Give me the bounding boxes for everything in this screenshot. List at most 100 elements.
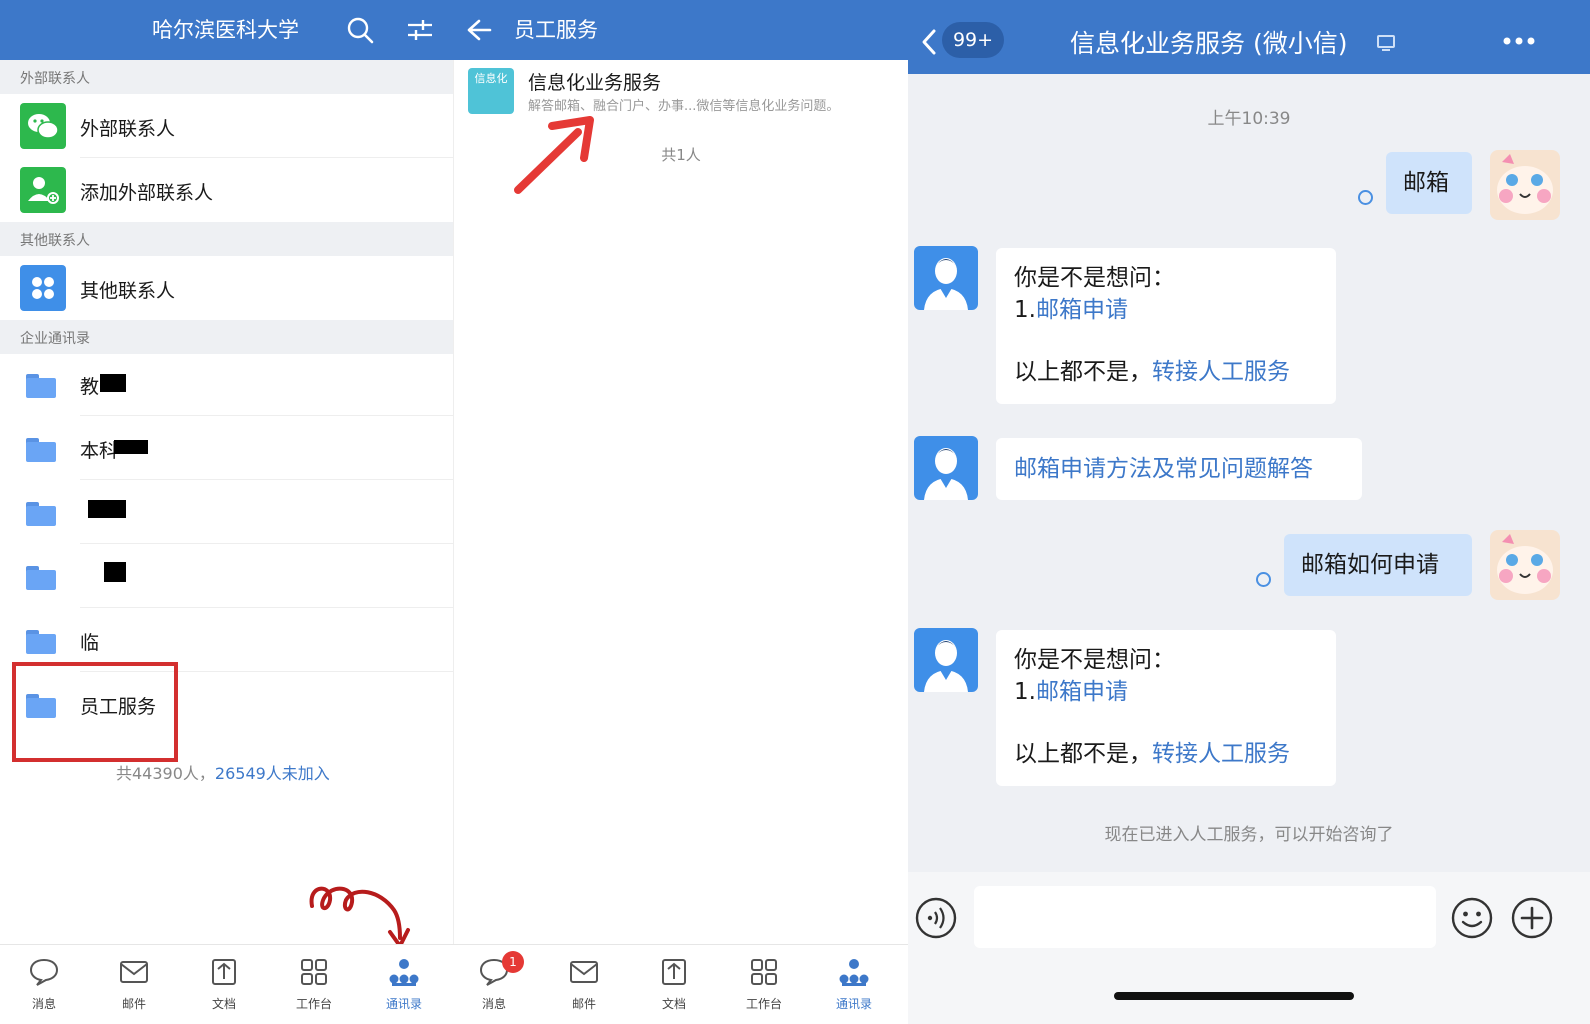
tab-label: 通讯录 [385,997,422,1011]
row-folder-3[interactable] [0,480,454,544]
filter-settings-icon[interactable] [406,18,434,42]
reply-none: 以上都不是，转接人工服务 [1014,738,1336,770]
tab-label: 工作台 [745,997,782,1011]
not-joined-link[interactable]: 26549人未加入 [215,764,330,783]
wechat-icon [20,103,66,149]
page-title: 员工服务 [514,18,598,42]
read-status-indicator [1256,572,1271,587]
transfer-human-link[interactable]: 转接人工服务 [1152,359,1290,385]
back-arrow-icon[interactable] [466,18,492,42]
chat-panel: 99+ 信息化业务服务 (微小信) 上午10:39 邮箱 你是不是想问： 1.邮… [908,0,1590,1024]
tab-docs[interactable]: 文档 [644,957,704,1012]
row-folder-4[interactable] [0,544,454,608]
bot-avatar[interactable] [914,628,978,692]
chat-title: 信息化业务服务 (微小信) [1070,29,1348,58]
grid-icon [751,959,777,985]
user-avatar-icon [1497,534,1553,594]
section-external: 外部联系人 [0,60,454,94]
row-folder-1[interactable]: 教 [0,352,454,416]
document-icon [662,959,686,985]
message-input[interactable] [974,886,1436,948]
transfer-human-link[interactable]: 转接人工服务 [1152,741,1290,767]
input-bar [908,872,1590,1024]
message-icon [29,958,59,986]
staff-service-panel: 员工服务 信息化 信息化业务服务 解答邮箱、融合门户、办事...微信等信息化业务… [454,0,908,1024]
tab-workbench[interactable]: 工作台 [734,957,794,1012]
tab-mail[interactable]: 邮件 [104,957,164,1012]
user-avatar-icon [1497,154,1553,214]
staff-header: 员工服务 [454,0,908,60]
back-chevron-icon[interactable] [920,28,938,56]
tab-docs[interactable]: 文档 [194,957,254,1012]
member-count: 共44390人， [116,764,215,783]
folder-icon [26,630,56,654]
tab-workbench[interactable]: 工作台 [284,957,344,1012]
bot-avatar[interactable] [914,436,978,500]
mail-icon [120,961,148,983]
bot-avatar[interactable] [914,246,978,310]
tab-mail[interactable]: 邮件 [554,957,614,1012]
bottom-tabbar: 消息 邮件 文档 工作台 通讯录 [0,944,454,1024]
tab-label: 邮件 [571,997,596,1011]
row-folder-2[interactable]: 本科 [0,416,454,480]
row-add-external[interactable]: 添加外部联系人 [0,158,454,222]
org-chart-icon [389,959,419,986]
unread-count-badge[interactable]: 99+ [942,22,1004,58]
org-chart-icon [839,959,869,986]
row-label: 外部联系人 [80,118,176,140]
my-message-bubble[interactable]: 邮箱如何申请 [1284,534,1472,596]
tab-messages[interactable]: 消息 1 [464,951,524,1012]
service-row[interactable]: 信息化 信息化业务服务 解答邮箱、融合门户、办事...微信等信息化业务问题。 [454,60,908,124]
faq-link[interactable]: 邮箱申请方法及常见问题解答 [1014,456,1313,482]
section-enterprise: 企业通讯录 [0,320,454,354]
more-options-icon[interactable] [1502,36,1536,46]
row-label: 添加外部联系人 [80,182,214,204]
bot-reply-bubble: 你是不是想问： 1.邮箱申请 以上都不是，转接人工服务 [996,630,1336,786]
tab-label: 工作台 [295,997,332,1011]
member-count-footer: 共44390人，26549人未加入 [116,760,330,784]
tab-label: 文档 [661,997,686,1011]
unread-badge: 1 [502,951,524,973]
row-external-contacts[interactable]: 外部联系人 [0,94,454,158]
service-icon-text: 信息化 [474,72,508,85]
row-label: 临 [80,632,100,654]
tab-label: 消息 [31,997,56,1011]
plus-icon[interactable] [1510,896,1554,940]
my-message-bubble[interactable]: 邮箱 [1386,152,1472,214]
voice-icon[interactable] [914,896,958,940]
redaction [88,500,126,518]
other-contacts-icon [20,265,66,311]
computer-icon [1377,35,1395,51]
reply-question: 你是不是想问： [1014,265,1175,291]
folder-icon [26,566,56,590]
tab-contacts[interactable]: 通讯录 [824,957,884,1012]
row-other-contacts[interactable]: 其他联系人 [0,256,454,320]
redaction [114,440,148,454]
emoji-icon[interactable] [1450,896,1494,940]
tab-contacts[interactable]: 通讯录 [374,957,434,1012]
option-link-mailbox-apply[interactable]: 邮箱申请 [1036,679,1128,705]
none-text: 以上都不是， [1014,359,1152,385]
redaction [104,562,126,582]
add-contact-icon [20,167,66,213]
grid-icon [301,959,327,985]
system-note: 现在已进入人工服务，可以开始咨询了 [1104,825,1394,845]
panel-divider [453,60,454,944]
search-icon[interactable] [346,16,374,44]
redaction [100,374,126,392]
tab-messages[interactable]: 消息 [14,957,74,1012]
mail-icon [570,961,598,983]
home-indicator [1114,992,1354,1000]
service-description: 解答邮箱、融合门户、办事...微信等信息化业务问题。 [528,99,840,114]
row-label: 本科 [80,440,119,462]
option-link-mailbox-apply[interactable]: 邮箱申请 [1036,297,1128,323]
service-name: 信息化业务服务 [528,72,662,94]
reply-none: 以上都不是，转接人工服务 [1014,356,1336,388]
my-avatar[interactable] [1490,530,1560,600]
my-avatar[interactable] [1490,150,1560,220]
tab-label: 邮件 [121,997,146,1011]
row-label: 教 [80,376,100,398]
tab-label: 消息 [481,997,506,1011]
chat-header: 99+ 信息化业务服务 (微小信) [908,0,1590,74]
document-icon [212,959,236,985]
